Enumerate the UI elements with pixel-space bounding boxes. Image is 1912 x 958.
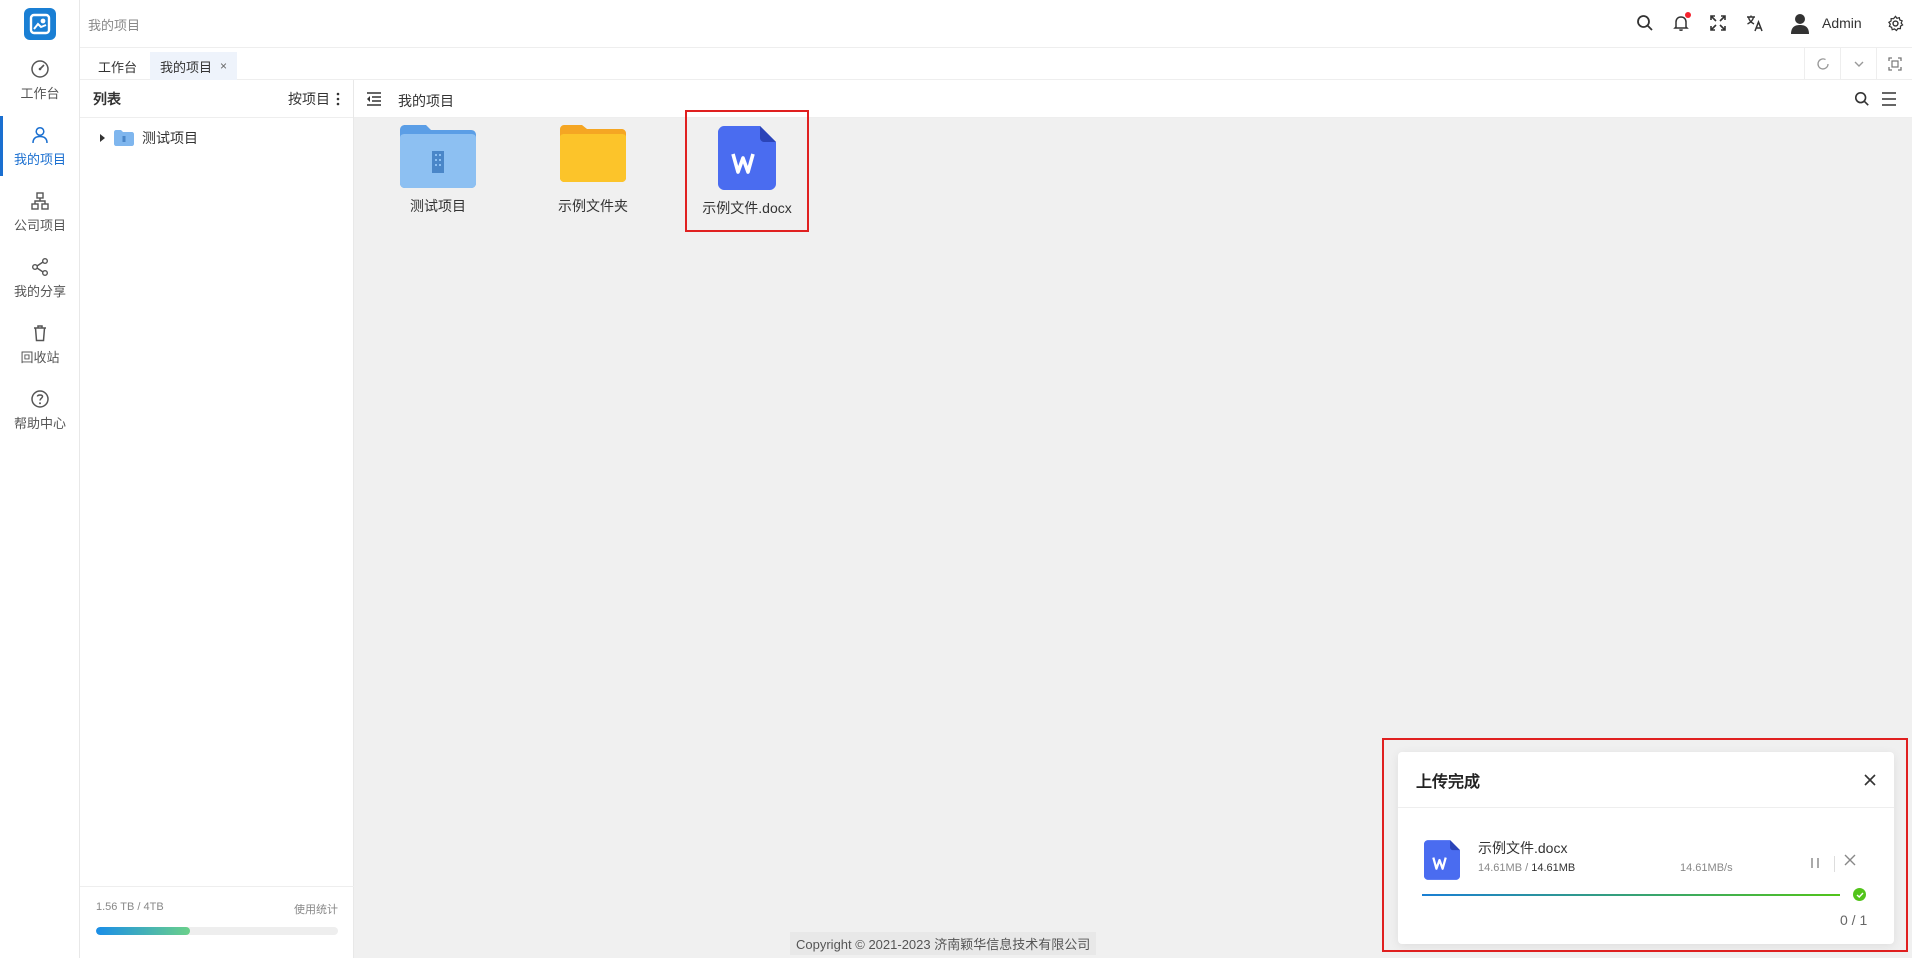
grid-item-example-docx[interactable]: 示例文件.docx <box>685 110 809 232</box>
notification-dot <box>1685 12 1691 18</box>
nav-item-my-projects[interactable]: 我的项目 <box>0 116 80 176</box>
search-icon[interactable] <box>1854 91 1870 107</box>
project-folder-icon <box>400 125 476 188</box>
nav-label: 公司项目 <box>13 217 66 233</box>
nav-label: 工作台 <box>20 85 60 101</box>
tab-label: 我的项目 <box>160 59 213 75</box>
tab-my-projects[interactable]: 我的项目 × <box>150 52 238 80</box>
list-title: 列表 <box>93 90 121 107</box>
upload-panel: 上传完成 示例文件.docx 14.61MB / 14.61MB 14.61MB… <box>1398 752 1894 944</box>
total-size: 14.61MB <box>1531 862 1576 874</box>
nav-label: 我的分享 <box>13 283 66 299</box>
usage-progress-fill <box>96 927 191 935</box>
upload-panel-highlight: 上传完成 示例文件.docx 14.61MB / 14.61MB 14.61MB… <box>1382 738 1908 952</box>
main-title: 我的项目 <box>398 93 454 109</box>
grid-item-example-folder[interactable]: 示例文件夹 <box>531 110 655 232</box>
project-folder-icon <box>114 130 134 146</box>
user-icon <box>32 126 48 143</box>
folder-icon <box>560 125 626 182</box>
maximize-icon[interactable] <box>1876 48 1912 80</box>
menu-icon[interactable] <box>1881 92 1897 106</box>
usage-stats-link[interactable]: 使用统计 <box>294 901 338 917</box>
nav-label: 帮助中心 <box>13 415 66 431</box>
user-name[interactable]: Admin <box>1822 15 1862 31</box>
notification-bell-icon[interactable] <box>1670 12 1692 34</box>
tab-workbench[interactable]: 工作台 <box>88 52 147 80</box>
sort-by-project-button[interactable]: 按项目 <box>288 89 340 109</box>
more-vertical-icon[interactable] <box>336 92 340 106</box>
nav-label: 回收站 <box>20 349 60 365</box>
org-chart-icon <box>31 191 49 210</box>
tabs-actions <box>1804 48 1912 80</box>
copyright-text: Copyright © 2021-2023 济南颖华信息技术有限公司 <box>790 932 1097 955</box>
collapse-menu-icon[interactable] <box>366 92 382 106</box>
breadcrumb: 我的项目 <box>88 18 141 33</box>
app-logo[interactable] <box>24 8 56 40</box>
usage-progress-bar <box>96 927 338 935</box>
tab-close-icon[interactable]: × <box>220 59 227 73</box>
grid-item-label: 示例文件.docx <box>702 200 792 216</box>
project-list-panel: 列表 按项目 测试项目 1.56 TB / 4TB 使用统计 <box>80 80 354 958</box>
help-icon <box>31 389 49 408</box>
nav-item-company-projects[interactable]: 公司项目 <box>0 182 80 242</box>
upload-size: 14.61MB / 14.61MB <box>1478 862 1575 874</box>
tab-label: 工作台 <box>98 59 138 75</box>
refresh-icon[interactable] <box>1804 48 1840 80</box>
translate-icon[interactable] <box>1744 12 1766 34</box>
left-nav: 工作台 我的项目 公司项目 我的分享 回收站 帮助中心 <box>0 0 80 958</box>
uploaded-size: 14.61MB <box>1478 862 1523 874</box>
caret-right-icon[interactable] <box>98 134 106 142</box>
nav-item-workbench[interactable]: 工作台 <box>0 50 80 110</box>
chevron-down-icon[interactable] <box>1840 48 1876 80</box>
upload-speed: 14.61MB/s <box>1680 862 1733 874</box>
trash-icon <box>34 324 46 341</box>
usage-text: 1.56 TB / 4TB <box>96 901 164 913</box>
top-bar: 我的项目 Admin <box>80 0 1912 48</box>
pause-icon[interactable] <box>1810 856 1820 872</box>
tabs-bar: 工作台 我的项目 × <box>80 48 1912 80</box>
dashboard-icon <box>31 59 49 78</box>
grid-item-test-project[interactable]: 测试项目 <box>376 110 500 232</box>
grid-item-label: 测试项目 <box>410 198 466 214</box>
upload-count: 0 / 1 <box>1840 912 1868 928</box>
upload-file-name: 示例文件.docx <box>1478 840 1568 856</box>
upload-progress-bar <box>1422 894 1840 896</box>
tree-item-test-project[interactable]: 测试项目 <box>98 128 198 148</box>
tree-item-label: 测试项目 <box>142 130 198 146</box>
size-separator: / <box>1522 862 1532 874</box>
check-icon <box>1853 888 1866 901</box>
share-icon <box>32 257 48 276</box>
gear-icon[interactable] <box>1884 12 1906 34</box>
nav-label: 我的项目 <box>13 151 66 167</box>
grid-item-label: 示例文件夹 <box>558 198 628 214</box>
sort-label: 按项目 <box>288 90 330 107</box>
word-file-icon <box>1424 840 1460 880</box>
cancel-upload-icon[interactable] <box>1844 854 1856 866</box>
close-icon[interactable] <box>1864 773 1876 786</box>
fullscreen-icon[interactable] <box>1707 12 1729 34</box>
nav-item-my-shares[interactable]: 我的分享 <box>0 248 80 308</box>
divider <box>1834 856 1835 872</box>
nav-item-recycle-bin[interactable]: 回收站 <box>0 314 80 374</box>
nav-item-help-center[interactable]: 帮助中心 <box>0 380 80 440</box>
list-header: 列表 按项目 <box>80 80 353 118</box>
upload-header: 上传完成 <box>1398 752 1894 808</box>
word-file-icon <box>718 126 776 190</box>
upload-title: 上传完成 <box>1416 773 1481 791</box>
avatar[interactable] <box>1787 10 1813 36</box>
search-icon[interactable] <box>1634 12 1656 34</box>
storage-usage: 1.56 TB / 4TB 使用统计 <box>80 886 354 958</box>
